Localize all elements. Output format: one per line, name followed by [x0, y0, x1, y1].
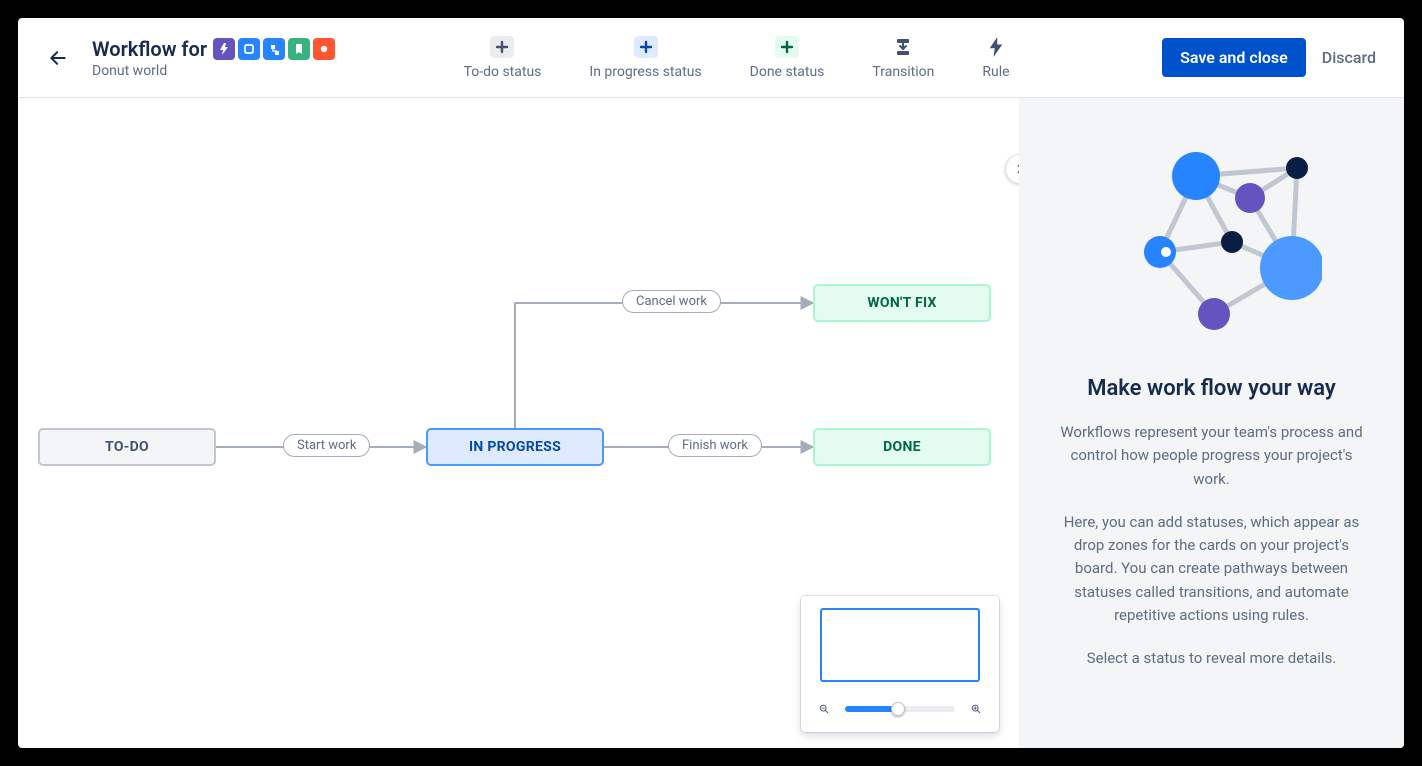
- header: Workflow for Donut world To-do status In …: [18, 18, 1404, 98]
- plus-icon: [775, 36, 799, 58]
- bolt-icon: [984, 36, 1008, 58]
- minimap[interactable]: [801, 596, 999, 732]
- bug-badge-icon: [313, 38, 335, 60]
- toolbar-item-label: To-do status: [464, 64, 542, 80]
- toolbar-transition-button[interactable]: Transition: [866, 35, 940, 81]
- page-title: Workflow for: [92, 37, 335, 61]
- sidebar-para-1: Workflows represent your team's process …: [1055, 421, 1368, 491]
- workflow-illustration-icon: [1102, 138, 1322, 348]
- status-node-inprogress[interactable]: IN PROGRESS: [426, 428, 604, 466]
- header-actions: Save and close Discard: [1162, 38, 1380, 77]
- arrow-left-icon: [48, 47, 68, 69]
- minimap-viewport[interactable]: [820, 608, 980, 682]
- zoom-in-icon: [971, 700, 981, 718]
- zoom-controls: [813, 698, 987, 720]
- issue-type-badges: [213, 38, 335, 60]
- sidebar-collapse-toggle[interactable]: [1005, 154, 1019, 184]
- discard-button[interactable]: Discard: [1318, 38, 1380, 77]
- chevron-right-icon: [1013, 162, 1019, 176]
- toolbar-inprogress-status-button[interactable]: In progress status: [583, 35, 707, 81]
- toolbar-item-label: Done status: [750, 64, 825, 80]
- status-node-done[interactable]: DONE: [813, 428, 991, 466]
- transition-icon: [891, 36, 915, 58]
- title-block: Workflow for Donut world: [92, 37, 335, 79]
- plus-icon: [634, 36, 658, 58]
- story-badge-icon: [288, 38, 310, 60]
- subtask-badge-icon: [263, 38, 285, 60]
- info-sidebar: Make work flow your way Workflows repres…: [1019, 98, 1404, 748]
- plus-icon: [490, 36, 514, 58]
- epic-badge-icon: [213, 38, 235, 60]
- transition-label-finish[interactable]: Finish work: [668, 434, 762, 457]
- toolbar-done-status-button[interactable]: Done status: [744, 35, 831, 81]
- zoom-out-button[interactable]: [813, 698, 835, 720]
- project-name: Donut world: [92, 63, 335, 79]
- task-badge-icon: [238, 38, 260, 60]
- zoom-in-button[interactable]: [965, 698, 987, 720]
- back-button[interactable]: [42, 42, 74, 74]
- zoom-out-icon: [819, 700, 829, 718]
- zoom-slider[interactable]: [845, 706, 955, 712]
- transition-label-cancel[interactable]: Cancel work: [622, 290, 721, 313]
- page-title-text: Workflow for: [92, 37, 207, 61]
- status-node-todo[interactable]: TO-DO: [38, 428, 216, 466]
- toolbar-item-label: Transition: [872, 64, 934, 80]
- status-node-wontfix[interactable]: WON'T FIX: [813, 284, 991, 322]
- toolbar-todo-status-button[interactable]: To-do status: [458, 35, 548, 81]
- transition-label-start[interactable]: Start work: [283, 434, 370, 457]
- toolbar: To-do status In progress status Done statu…: [458, 35, 1016, 81]
- sidebar-para-2: Here, you can add statuses, which appear…: [1055, 511, 1368, 627]
- sidebar-title: Make work flow your way: [1055, 376, 1368, 401]
- sidebar-para-3: Select a status to reveal more details.: [1055, 647, 1368, 670]
- workflow-canvas[interactable]: TO-DO IN PROGRESS DONE WON'T FIX Start work F…: [18, 98, 1019, 748]
- toolbar-rule-button[interactable]: Rule: [976, 35, 1015, 81]
- toolbar-item-label: In progress status: [589, 64, 701, 80]
- toolbar-item-label: Rule: [982, 64, 1009, 80]
- save-button[interactable]: Save and close: [1162, 38, 1306, 77]
